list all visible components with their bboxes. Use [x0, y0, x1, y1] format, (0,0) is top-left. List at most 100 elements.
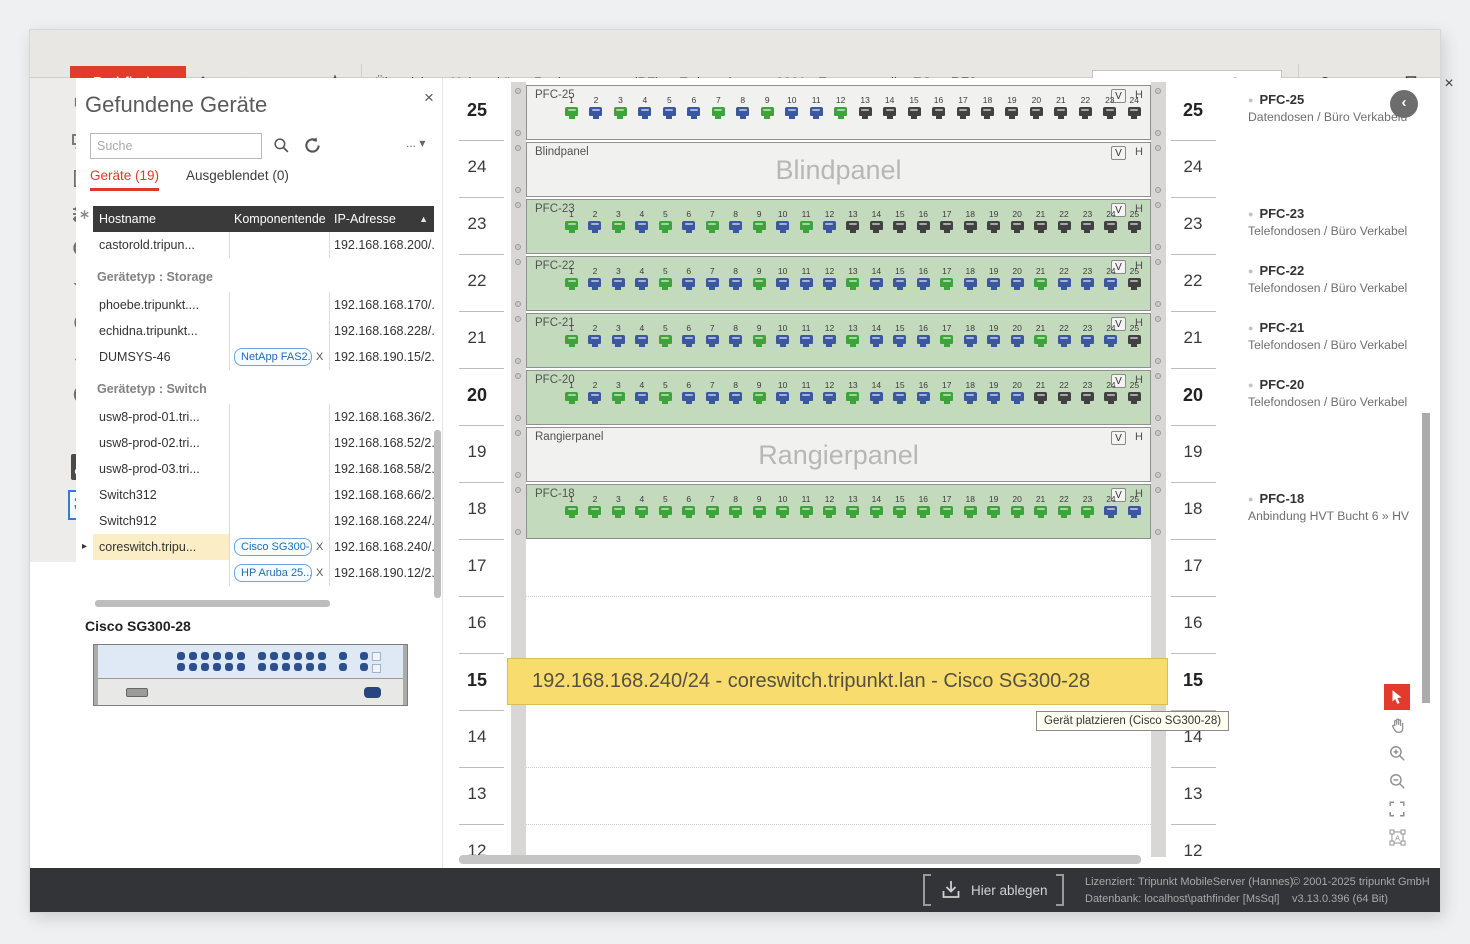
port-icon[interactable]	[776, 221, 789, 230]
cell-ip[interactable]: 192.168.190.12/2...	[330, 560, 434, 586]
port-icon[interactable]	[1104, 221, 1117, 230]
table-horizontal-scrollbar[interactable]	[95, 600, 330, 607]
port-cell[interactable]: 15	[891, 266, 908, 287]
port-icon[interactable]	[846, 278, 859, 287]
port-icon[interactable]	[800, 221, 813, 230]
port-cell[interactable]: 7	[710, 95, 727, 116]
port-icon[interactable]	[659, 278, 672, 287]
column-component[interactable]: Komponentende	[230, 206, 330, 232]
port-cell[interactable]: 17	[938, 209, 955, 230]
patch-panel[interactable]: PFC-20VH12345678910111213141516171819202…	[526, 370, 1151, 425]
port-icon[interactable]	[588, 506, 601, 515]
cell-component[interactable]	[230, 404, 330, 430]
port-icon[interactable]	[940, 335, 953, 344]
port-cell[interactable]: 23	[1079, 494, 1096, 515]
patch-panel[interactable]: PFC-18VH12345678910111213141516171819202…	[526, 484, 1151, 539]
port-icon[interactable]	[957, 107, 970, 116]
port-cell[interactable]: 4	[633, 266, 650, 287]
port-icon[interactable]	[1081, 506, 1094, 515]
port-cell[interactable]: 21	[1032, 323, 1049, 344]
port-icon[interactable]	[1081, 335, 1094, 344]
device-search-box[interactable]	[90, 133, 262, 159]
port-cell[interactable]: 15	[891, 494, 908, 515]
port-cell[interactable]: 13	[844, 323, 861, 344]
port-icon[interactable]	[635, 392, 648, 401]
port-cell[interactable]: 19	[985, 494, 1002, 515]
port-icon[interactable]	[846, 392, 859, 401]
port-cell[interactable]: 21	[1052, 95, 1069, 116]
port-icon[interactable]	[987, 335, 1000, 344]
port-cell[interactable]: 2	[586, 266, 603, 287]
port-icon[interactable]	[753, 278, 766, 287]
port-icon[interactable]	[893, 278, 906, 287]
port-icon[interactable]	[736, 107, 749, 116]
table-row[interactable]: DUMSYS-46NetApp FAS2...X192.168.190.15/2…	[93, 344, 434, 370]
patch-panel[interactable]: PFC-23VH12345678910111213141516171819202…	[526, 199, 1151, 254]
port-cell[interactable]: 2	[586, 494, 603, 515]
port-icon[interactable]	[987, 506, 1000, 515]
port-icon[interactable]	[823, 335, 836, 344]
cell-component[interactable]	[230, 430, 330, 456]
port-cell[interactable]: 22	[1056, 323, 1073, 344]
port-cell[interactable]: 12	[821, 323, 838, 344]
port-cell[interactable]: 9	[759, 95, 776, 116]
device-search-input[interactable]	[97, 135, 257, 157]
table-row[interactable]: HP Aruba 25...X192.168.190.12/2...	[93, 560, 434, 586]
port-cell[interactable]: 20	[1009, 266, 1026, 287]
port-icon[interactable]	[846, 506, 859, 515]
collapse-right-panel-button[interactable]: ‹	[1390, 90, 1418, 118]
cell-component[interactable]: Cisco SG300-...X	[230, 534, 330, 560]
port-icon[interactable]	[776, 392, 789, 401]
patch-panel[interactable]: PFC-25VH12345678910111213141516171819202…	[526, 85, 1151, 140]
port-icon[interactable]	[870, 221, 883, 230]
refresh-icon[interactable]	[302, 135, 323, 156]
port-cell[interactable]: 17	[955, 95, 972, 116]
port-cell[interactable]: 18	[962, 209, 979, 230]
port-cell[interactable]: 18	[962, 380, 979, 401]
port-icon[interactable]	[659, 506, 672, 515]
port-cell[interactable]: 5	[657, 380, 674, 401]
port-cell[interactable]: 11	[798, 209, 815, 230]
cell-hostname[interactable]: castorold.tripun...	[93, 232, 230, 258]
port-icon[interactable]	[823, 392, 836, 401]
port-cell[interactable]: 14	[868, 209, 885, 230]
drop-here-zone[interactable]: Hier ablegen	[923, 874, 1064, 906]
port-cell[interactable]: 4	[633, 323, 650, 344]
port-cell[interactable]: 8	[727, 380, 744, 401]
port-cell[interactable]: 21	[1032, 266, 1049, 287]
port-cell[interactable]: 14	[868, 494, 885, 515]
port-cell[interactable]: 2	[586, 209, 603, 230]
port-icon[interactable]	[964, 392, 977, 401]
port-cell[interactable]: 3	[612, 95, 629, 116]
port-icon[interactable]	[870, 278, 883, 287]
table-vertical-scrollbar[interactable]	[434, 430, 441, 598]
cell-hostname[interactable]: usw8-prod-02.tri...	[93, 430, 230, 456]
port-icon[interactable]	[682, 335, 695, 344]
port-cell[interactable]: 6	[680, 494, 697, 515]
port-icon[interactable]	[589, 107, 602, 116]
port-cell[interactable]: 6	[680, 380, 697, 401]
cell-ip[interactable]: 192.168.168.36/2...	[330, 404, 434, 430]
table-row[interactable]: usw8-prod-03.tri...192.168.168.58/2...	[93, 456, 434, 482]
rack-view[interactable]: 2525PFC-25VH1234567891011121314151617181…	[442, 78, 1240, 868]
port-cell[interactable]: 20	[1009, 494, 1026, 515]
port-cell[interactable]: 16	[915, 494, 932, 515]
port-cell[interactable]: 10	[774, 380, 791, 401]
port-icon[interactable]	[1104, 335, 1117, 344]
port-icon[interactable]	[810, 107, 823, 116]
port-cell[interactable]: 17	[938, 323, 955, 344]
cell-hostname[interactable]: DUMSYS-46	[93, 344, 230, 370]
port-cell[interactable]: 8	[727, 323, 744, 344]
port-cell[interactable]: 11	[808, 95, 825, 116]
cell-ip[interactable]: 192.168.168.224/...	[330, 508, 434, 534]
tab-devices[interactable]: Geräte (19)	[90, 168, 159, 183]
port-icon[interactable]	[893, 221, 906, 230]
port-icon[interactable]	[917, 392, 930, 401]
port-icon[interactable]	[964, 278, 977, 287]
port-cell[interactable]: 10	[774, 209, 791, 230]
port-cell[interactable]: 14	[868, 266, 885, 287]
port-icon[interactable]	[706, 335, 719, 344]
port-cell[interactable]: 23	[1079, 380, 1096, 401]
port-icon[interactable]	[612, 278, 625, 287]
port-cell[interactable]: 22	[1077, 95, 1094, 116]
